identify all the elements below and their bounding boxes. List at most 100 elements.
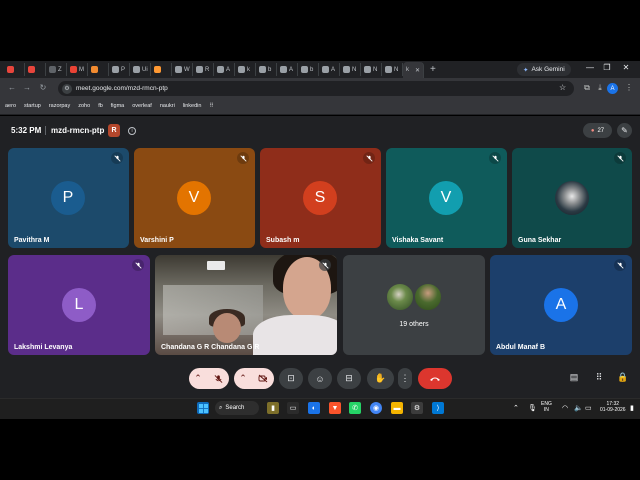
browser-tab[interactable] — [88, 63, 109, 76]
reload-icon[interactable]: ↻ — [38, 83, 48, 92]
browser-tab[interactable]: A — [277, 63, 298, 76]
edge-icon[interactable]: ◐ — [308, 402, 320, 414]
reactions-button[interactable]: ☺ — [308, 368, 332, 389]
meeting-app-badge[interactable]: R — [108, 124, 120, 137]
bookmark-star-icon[interactable]: ☆ — [559, 83, 566, 92]
site-info-icon[interactable]: ⚙ — [62, 83, 72, 94]
participant-name: Chandana G R Chandana G R — [161, 344, 260, 351]
participant-tile[interactable]: V Vishaka Savant — [386, 148, 507, 248]
camera-toggle-button[interactable] — [252, 368, 274, 389]
browser-tab[interactable]: N — [340, 63, 361, 76]
wifi-icon[interactable]: ◠ — [562, 404, 568, 412]
microphone-toggle-button[interactable] — [207, 368, 229, 389]
tab-label: Ui — [142, 66, 148, 73]
others-tile[interactable]: 19 others — [343, 255, 485, 355]
close-window-icon[interactable]: ✕ — [620, 63, 632, 72]
browser-tab[interactable]: N — [361, 63, 382, 76]
mic-off-icon — [614, 259, 626, 271]
forward-icon[interactable]: → — [22, 83, 32, 92]
host-controls-icon[interactable]: 🔒 — [617, 372, 629, 383]
microphone-icon[interactable]: 🎙 — [528, 404, 537, 412]
video-options-button[interactable]: ⌃ — [234, 368, 252, 389]
leave-call-button[interactable] — [418, 368, 452, 389]
chevron-up-icon[interactable]: ⌃ — [513, 404, 519, 412]
back-icon[interactable]: ← — [7, 83, 17, 92]
mic-off-icon — [489, 152, 501, 164]
meeting-info-icon[interactable]: i — [128, 127, 136, 135]
new-tab-icon[interactable]: + — [430, 64, 444, 75]
minimize-icon[interactable]: — — [584, 63, 596, 72]
chat-icon[interactable]: ▤ — [568, 372, 580, 383]
bookmark-item[interactable]: aero — [5, 103, 16, 109]
extensions-icon[interactable]: ⧉ — [582, 83, 592, 93]
widgets-icon[interactable]: ▮ — [267, 402, 279, 414]
bookmark-item[interactable]: startup — [24, 103, 41, 109]
participant-tile[interactable]: V Varshini P — [134, 148, 255, 248]
participant-video-tile[interactable]: Chandana G R Chandana G R — [155, 255, 337, 355]
bookmarks-bar: aero startup razorpay zoho fb figma overleaf na… — [0, 98, 640, 115]
meeting-code: mzd-rmcn-ptp — [51, 126, 105, 135]
address-bar[interactable]: ⚙ meet.google.com/mzd-rmcn-ptp — [58, 81, 574, 96]
clock[interactable]: 17:32 01-09-2026 — [600, 401, 626, 413]
browser-tab[interactable]: k — [235, 63, 256, 76]
participant-tile[interactable]: S Subash m — [260, 148, 381, 248]
browser-tab[interactable]: b — [298, 63, 319, 76]
browser-tab[interactable]: Ui — [130, 63, 151, 76]
whatsapp-icon[interactable]: ✆ — [349, 402, 361, 414]
bookmark-item[interactable]: linkedin — [183, 103, 202, 109]
all-bookmarks-icon[interactable]: ⠿ — [209, 103, 213, 109]
participant-tile[interactable]: P Pavithra M — [8, 148, 129, 248]
browser-menu-icon[interactable]: ⋮ — [624, 83, 634, 92]
activities-icon[interactable]: ⠿ — [593, 372, 605, 383]
audio-options-button[interactable]: ⌃ — [189, 368, 207, 389]
browser-tab[interactable]: b — [256, 63, 277, 76]
browser-tab[interactable] — [4, 63, 25, 76]
maximize-icon[interactable]: ❐ — [601, 63, 613, 72]
raise-hand-button[interactable]: ✋ — [367, 368, 394, 389]
bookmark-item[interactable]: zoho — [78, 103, 90, 109]
tab-icon-generic — [175, 66, 182, 73]
close-tab-icon[interactable]: ✕ — [415, 67, 420, 74]
file-explorer-icon[interactable]: ▬ — [391, 402, 403, 414]
volume-icon[interactable]: 🔈 — [574, 404, 583, 412]
edit-pen-icon[interactable]: ✎ — [617, 123, 632, 138]
settings-icon[interactable]: ⚙ — [411, 402, 423, 414]
active-browser-tab[interactable]: k ✕ — [403, 62, 424, 78]
participants-button[interactable]: ● 27 — [583, 123, 612, 138]
brave-icon[interactable]: ▼ — [329, 402, 341, 414]
participant-tile[interactable]: Guna Sekhar — [512, 148, 632, 248]
present-screen-button[interactable]: ⊡ — [279, 368, 303, 389]
profile-avatar[interactable]: A — [607, 83, 618, 94]
terminal-icon[interactable]: ▭ — [287, 402, 299, 414]
vscode-icon[interactable]: ⟩ — [432, 402, 444, 414]
participant-tile[interactable]: A Abdul Manaf B — [490, 255, 632, 355]
avatar-photo — [555, 181, 589, 215]
participant-tile[interactable]: L Lakshmi Levanya — [8, 255, 150, 355]
battery-icon[interactable]: ▭ — [585, 404, 592, 412]
downloads-icon[interactable]: ⤓ — [595, 83, 605, 93]
browser-tab[interactable]: N — [382, 63, 403, 76]
browser-tab[interactable]: A — [319, 63, 340, 76]
browser-tab[interactable]: R — [193, 63, 214, 76]
browser-tab[interactable]: P — [109, 63, 130, 76]
more-options-button[interactable]: ⋮ — [398, 368, 412, 389]
browser-tab[interactable]: M — [67, 63, 88, 76]
bookmark-item[interactable]: figma — [111, 103, 124, 109]
ask-gemini-button[interactable]: ✦ Ask Gemini — [517, 63, 571, 76]
browser-tab[interactable]: A — [214, 63, 235, 76]
browser-tab[interactable] — [151, 63, 172, 76]
bookmark-item[interactable]: naukri — [160, 103, 175, 109]
bookmark-item[interactable]: overleaf — [132, 103, 152, 109]
browser-tab[interactable] — [25, 63, 46, 76]
browser-tab[interactable]: W — [172, 63, 193, 76]
captions-button[interactable]: ⊟ — [337, 368, 361, 389]
language-indicator[interactable]: ENG IN — [541, 401, 552, 413]
notification-icon[interactable]: ▮ — [630, 404, 634, 412]
windows-start-icon[interactable] — [197, 402, 209, 414]
chrome-icon[interactable]: ◉ — [370, 402, 382, 414]
bookmark-item[interactable]: razorpay — [49, 103, 70, 109]
taskbar-search[interactable]: ⌕ Search — [215, 401, 259, 415]
avatar: V — [429, 181, 463, 215]
bookmark-item[interactable]: fb — [98, 103, 103, 109]
browser-tab[interactable]: Z — [46, 63, 67, 76]
